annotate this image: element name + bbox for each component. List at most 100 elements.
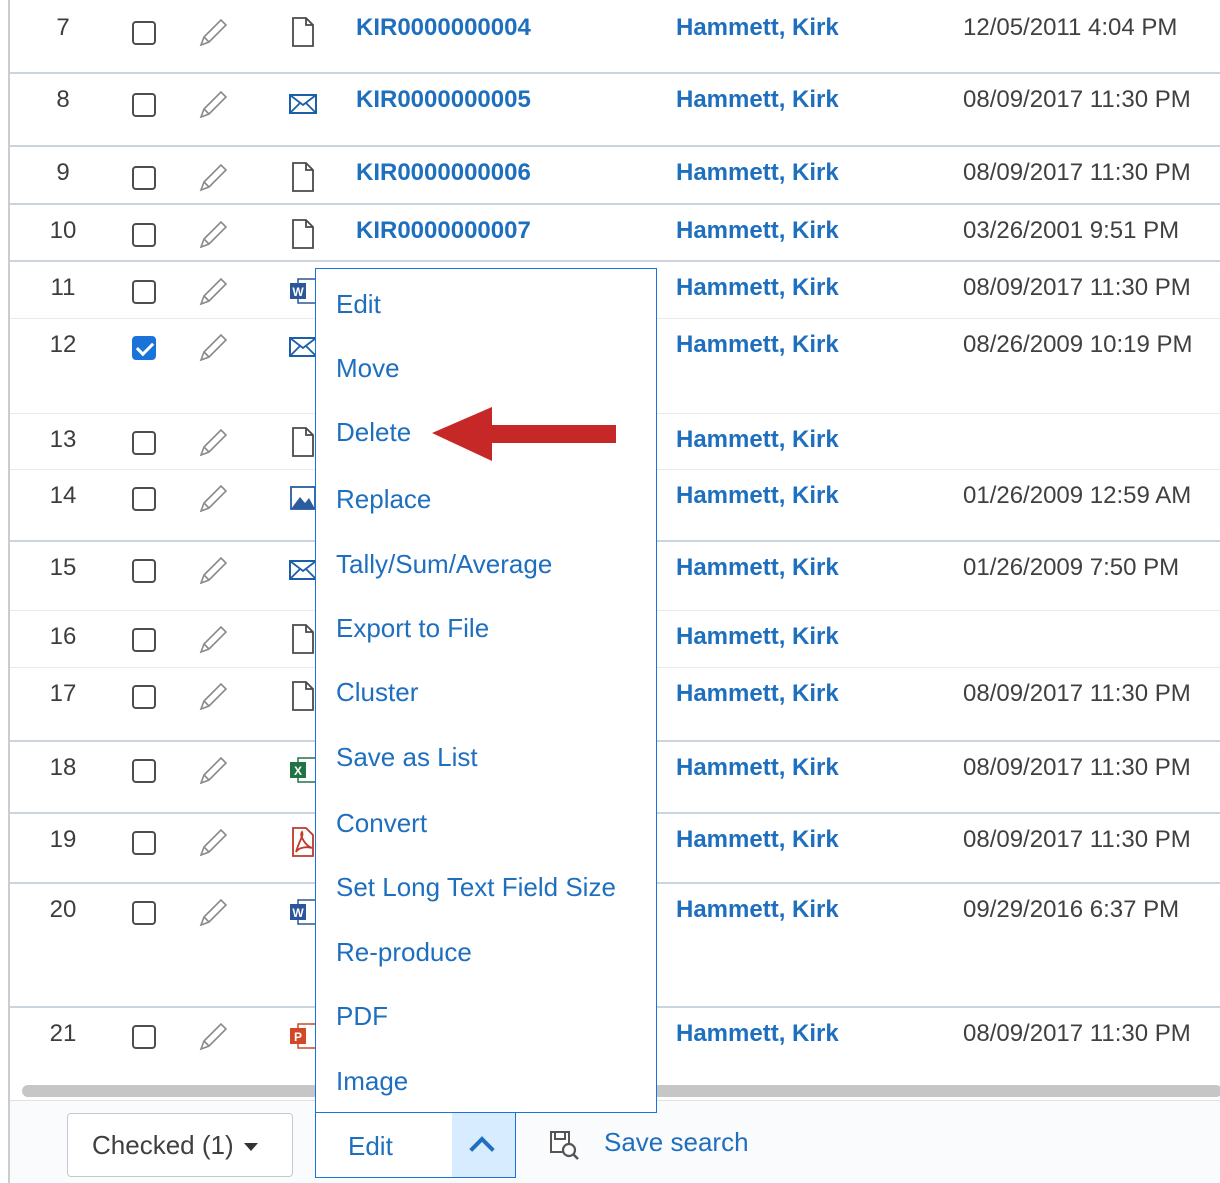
- menu-item-set-long-text-field-size[interactable]: Set Long Text Field Size: [336, 872, 616, 903]
- sort-date: 03/26/2001 9:51 PM: [963, 217, 1180, 244]
- menu-item-replace[interactable]: Replace: [336, 484, 431, 515]
- custodian-link[interactable]: Hammett, Kirk: [676, 482, 839, 510]
- pencil-icon[interactable]: [196, 218, 230, 252]
- custodian-link[interactable]: Hammett, Kirk: [676, 159, 839, 187]
- row-number: 8: [56, 86, 70, 113]
- custodian-link[interactable]: Hammett, Kirk: [676, 1020, 839, 1048]
- email-icon: [289, 94, 317, 114]
- menu-item-cluster[interactable]: Cluster: [336, 677, 418, 708]
- custodian-link[interactable]: Hammett, Kirk: [676, 554, 839, 582]
- custodian-link[interactable]: Hammett, Kirk: [676, 426, 839, 454]
- row-number: 7: [56, 14, 70, 41]
- menu-item-move[interactable]: Move: [336, 353, 400, 384]
- sort-date: 08/09/2017 11:30 PM: [963, 826, 1191, 853]
- row-checkbox[interactable]: [132, 487, 156, 511]
- svg-text:P: P: [294, 1030, 302, 1044]
- table-row[interactable]: 9 KIR0000000006 Hammett, Kirk 08/09/2017…: [10, 147, 1220, 204]
- document-icon: [292, 681, 314, 711]
- row-checkbox-checked[interactable]: [132, 336, 156, 360]
- row-checkbox[interactable]: [132, 901, 156, 925]
- control-number-link[interactable]: KIR0000000006: [356, 159, 531, 187]
- mass-operations-menu: Edit Move Delete Replace Tally/Sum/Avera…: [315, 268, 657, 1113]
- caret-down-icon: [243, 1143, 258, 1152]
- document-icon: [292, 427, 314, 457]
- pencil-icon[interactable]: [196, 482, 230, 516]
- menu-item-tally-sum-average[interactable]: Tally/Sum/Average: [336, 549, 552, 580]
- pencil-icon[interactable]: [196, 331, 230, 365]
- pencil-icon[interactable]: [196, 826, 230, 860]
- custodian-link[interactable]: Hammett, Kirk: [676, 754, 839, 782]
- save-search-icon[interactable]: [547, 1128, 581, 1162]
- custodian-link[interactable]: Hammett, Kirk: [676, 331, 839, 359]
- menu-item-edit[interactable]: Edit: [336, 289, 381, 320]
- row-checkbox[interactable]: [132, 93, 156, 117]
- row-number: 12: [49, 331, 77, 358]
- email-icon: [289, 337, 317, 357]
- pencil-icon[interactable]: [196, 88, 230, 122]
- image-icon: [290, 486, 316, 510]
- menu-item-export-to-file[interactable]: Export to File: [336, 613, 489, 644]
- control-number-link[interactable]: KIR0000000004: [356, 14, 531, 42]
- table-row[interactable]: 8 KIR0000000005 Hammett, Kirk 08/09/2017…: [10, 74, 1220, 146]
- row-number: 19: [49, 826, 77, 853]
- row-checkbox[interactable]: [132, 223, 156, 247]
- row-checkbox[interactable]: [132, 831, 156, 855]
- custodian-link[interactable]: Hammett, Kirk: [676, 623, 839, 651]
- custodian-link[interactable]: Hammett, Kirk: [676, 274, 839, 302]
- pencil-icon[interactable]: [196, 1020, 230, 1054]
- custodian-link[interactable]: Hammett, Kirk: [676, 14, 839, 42]
- pencil-icon[interactable]: [196, 426, 230, 460]
- row-checkbox[interactable]: [132, 628, 156, 652]
- sort-date: 08/09/2017 11:30 PM: [963, 754, 1191, 781]
- row-checkbox[interactable]: [132, 166, 156, 190]
- row-checkbox[interactable]: [132, 431, 156, 455]
- custodian-link[interactable]: Hammett, Kirk: [676, 86, 839, 114]
- custodian-link[interactable]: Hammett, Kirk: [676, 217, 839, 245]
- menu-item-delete[interactable]: Delete: [336, 417, 411, 448]
- email-icon: [289, 560, 317, 580]
- document-icon: [292, 219, 314, 249]
- row-checkbox[interactable]: [132, 1025, 156, 1049]
- row-number: 18: [49, 754, 77, 781]
- pencil-icon[interactable]: [196, 680, 230, 714]
- row-checkbox[interactable]: [132, 559, 156, 583]
- word-icon: W: [290, 278, 317, 304]
- table-row[interactable]: 10 KIR0000000007 Hammett, Kirk 03/26/200…: [10, 205, 1220, 261]
- pencil-icon[interactable]: [196, 16, 230, 50]
- chevron-up-icon[interactable]: [452, 1110, 516, 1178]
- sort-date: 09/29/2016 6:37 PM: [963, 896, 1180, 923]
- pencil-icon[interactable]: [196, 896, 230, 930]
- menu-item-convert[interactable]: Convert: [336, 808, 427, 839]
- custodian-link[interactable]: Hammett, Kirk: [676, 680, 839, 708]
- pencil-icon[interactable]: [196, 623, 230, 657]
- pencil-icon[interactable]: [196, 161, 230, 195]
- save-search-link[interactable]: Save search: [604, 1127, 749, 1158]
- table-row[interactable]: 7 KIR0000000004 Hammett, Kirk 12/05/2011…: [10, 0, 1220, 74]
- document-icon: [292, 17, 314, 47]
- checked-dropdown-label: Checked (1): [92, 1130, 234, 1160]
- checked-dropdown[interactable]: Checked (1): [67, 1113, 293, 1177]
- menu-item-pdf[interactable]: PDF: [336, 1001, 388, 1032]
- row-checkbox[interactable]: [132, 21, 156, 45]
- pdf-icon: [292, 827, 314, 857]
- sort-date: 08/09/2017 11:30 PM: [963, 274, 1191, 301]
- control-number-link[interactable]: KIR0000000007: [356, 217, 531, 245]
- menu-item-re-produce[interactable]: Re-produce: [336, 937, 472, 968]
- edit-button[interactable]: Edit: [315, 1110, 453, 1178]
- row-checkbox[interactable]: [132, 685, 156, 709]
- custodian-link[interactable]: Hammett, Kirk: [676, 826, 839, 854]
- menu-item-image[interactable]: Image: [336, 1066, 408, 1097]
- svg-text:W: W: [292, 285, 304, 299]
- menu-item-save-as-list[interactable]: Save as List: [336, 742, 478, 773]
- row-number: 21: [49, 1020, 77, 1047]
- row-number: 10: [49, 217, 77, 244]
- word-icon: W: [290, 899, 317, 925]
- row-checkbox[interactable]: [132, 280, 156, 304]
- pencil-icon[interactable]: [196, 754, 230, 788]
- svg-text:W: W: [292, 906, 304, 920]
- pencil-icon[interactable]: [196, 554, 230, 588]
- custodian-link[interactable]: Hammett, Kirk: [676, 896, 839, 924]
- row-checkbox[interactable]: [132, 759, 156, 783]
- pencil-icon[interactable]: [196, 275, 230, 309]
- control-number-link[interactable]: KIR0000000005: [356, 86, 531, 114]
